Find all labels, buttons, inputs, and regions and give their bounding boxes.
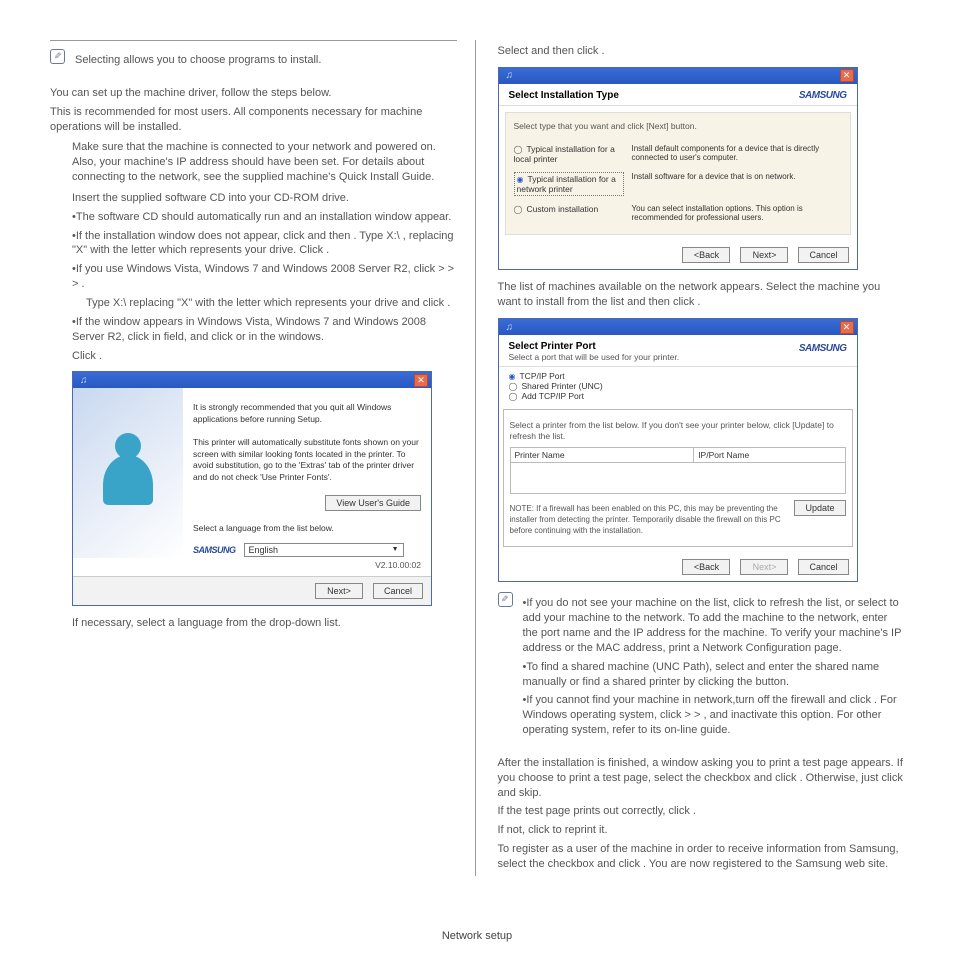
dialog-header: Select Printer Port Select a port that w…: [499, 335, 857, 367]
next-button[interactable]: Next>: [315, 583, 363, 599]
click-next: Click .: [50, 349, 457, 364]
dialog-text-1: It is strongly recommended that you quit…: [193, 402, 421, 425]
note-bullet-2: •To find a shared machine (UNC Path), se…: [523, 660, 905, 690]
after-install-1: After the installation is finished, a wi…: [498, 756, 905, 801]
close-icon[interactable]: ✕: [414, 374, 428, 387]
install-wizard-dialog: ♫ ✕ It is strongly recommended that you …: [72, 371, 432, 605]
printer-table: Printer Name IP/Port Name: [510, 447, 846, 494]
mid-paragraph: The list of machines available on the ne…: [498, 280, 905, 310]
radio-network-desc: Install software for a device that is on…: [632, 172, 842, 181]
dialog-subtitle: Select type that you want and click [Nex…: [506, 117, 850, 136]
step-2-text: Insert the supplied software CD into you…: [72, 191, 457, 206]
page-footer: Network setup: [0, 930, 954, 942]
step-1: Make sure that the machine is connected …: [50, 140, 457, 185]
radio-tcpip-port[interactable]: TCP/IP Port: [509, 371, 847, 381]
dialog-button-row: Next> Cancel: [73, 576, 431, 605]
update-button[interactable]: Update: [794, 500, 845, 516]
dialog-titlebar: ♫ ✕: [499, 319, 857, 335]
two-column-layout: Selecting allows you to choose programs …: [50, 40, 904, 876]
cancel-button[interactable]: Cancel: [373, 583, 423, 599]
group-note: Select a printer from the list below. If…: [510, 420, 846, 443]
th-printer-name: Printer Name: [511, 448, 695, 462]
divider: [50, 40, 457, 41]
back-button[interactable]: <Back: [682, 247, 730, 263]
next-button[interactable]: Next>: [740, 559, 788, 575]
bullet-4: •If the window appears in Windows Vista,…: [50, 315, 457, 345]
view-guide-button[interactable]: View User's Guide: [325, 495, 421, 511]
bullet-2: •If the installation window does not app…: [50, 229, 457, 259]
th-ip-port: IP/Port Name: [694, 448, 844, 462]
app-icon: ♫: [76, 375, 88, 386]
language-select[interactable]: English: [244, 543, 404, 557]
port-radio-group: TCP/IP Port Shared Printer (UNC) Add TCP…: [499, 367, 857, 403]
note-icon: [50, 49, 65, 64]
close-icon[interactable]: ✕: [840, 321, 854, 334]
radio-shared-unc[interactable]: Shared Printer (UNC): [509, 381, 847, 391]
after-install-4: To register as a user of the machine in …: [498, 842, 905, 872]
step-2: Insert the supplied software CD into you…: [50, 191, 457, 206]
note-text: Selecting allows you to choose programs …: [75, 53, 321, 68]
samsung-logo: SAMSUNG: [799, 343, 847, 354]
back-button[interactable]: <Back: [682, 559, 730, 575]
after-install-2: If the test page prints out correctly, c…: [498, 804, 905, 819]
install-type-panel: Select type that you want and click [Nex…: [505, 112, 851, 235]
app-icon: ♫: [502, 322, 514, 333]
dialog-titlebar: ♫ ✕: [73, 372, 431, 388]
after-install-3: If not, click to reprint it.: [498, 823, 905, 838]
table-body-empty: [511, 463, 845, 493]
dialog-body: It is strongly recommended that you quit…: [73, 388, 431, 575]
radio-custom-desc: You can select installation options. Thi…: [632, 204, 842, 222]
next-button[interactable]: Next>: [740, 247, 788, 263]
dialog-titlebar: ♫ ✕: [499, 68, 857, 84]
bullet-3: •If you use Windows Vista, Windows 7 and…: [50, 262, 457, 292]
version-label: V2.10.00:02: [193, 557, 421, 570]
firewall-note: NOTE: If a firewall has been enabled on …: [510, 504, 787, 536]
dialog-header: Select Installation Type SAMSUNG: [499, 84, 857, 106]
dialog-subtitle: Select a port that will be used for your…: [509, 352, 680, 362]
person-icon: [93, 433, 163, 513]
dialog-title: Select Printer Port: [509, 341, 596, 352]
note-bullet-3: •If you cannot find your machine in netw…: [523, 693, 905, 738]
note-icon: [498, 592, 513, 607]
radio-row-custom[interactable]: Custom installation You can select insta…: [506, 200, 850, 226]
intro-p1: You can set up the machine driver, follo…: [50, 86, 457, 101]
left-column: Selecting allows you to choose programs …: [50, 40, 476, 876]
after-dialog-text: If necessary, select a language from the…: [50, 616, 457, 631]
intro-p2: This is recommended for most users. All …: [50, 105, 457, 135]
dialog-sidebar-graphic: [73, 388, 183, 558]
printer-port-dialog: ♫ ✕ Select Printer Port Select a port th…: [498, 318, 858, 582]
samsung-logo: SAMSUNG: [799, 90, 847, 101]
radio-local-printer[interactable]: Typical installation for a local printer: [514, 144, 624, 164]
note-box: Selecting allows you to choose programs …: [50, 49, 457, 72]
printer-list-group: Select a printer from the list below. If…: [503, 409, 853, 547]
app-icon: ♫: [502, 70, 514, 81]
install-type-dialog: ♫ ✕ Select Installation Type SAMSUNG Sel…: [498, 67, 858, 270]
note-content: •If you do not see your machine on the l…: [523, 592, 905, 742]
radio-local-desc: Install default components for a device …: [632, 144, 842, 162]
radio-add-tcpip[interactable]: Add TCP/IP Port: [509, 391, 847, 401]
cancel-button[interactable]: Cancel: [798, 247, 848, 263]
radio-custom-install[interactable]: Custom installation: [514, 204, 624, 214]
radio-row-network[interactable]: Typical installation for a network print…: [506, 168, 850, 200]
dialog-text-2: This printer will automatically substitu…: [193, 437, 421, 483]
bullet-3b: Type X:\ replacing "X" with the letter w…: [50, 296, 457, 311]
radio-network-printer[interactable]: Typical installation for a network print…: [514, 172, 624, 196]
note-box: •If you do not see your machine on the l…: [498, 592, 905, 742]
lang-prompt: Select a language from the list below.: [193, 523, 421, 534]
right-top-line: Select and then click .: [498, 44, 905, 59]
note-bullet-1: •If you do not see your machine on the l…: [523, 596, 905, 655]
table-header: Printer Name IP/Port Name: [511, 448, 845, 463]
bullet-1: •The software CD should automatically ru…: [50, 210, 457, 225]
dialog-button-row: <Back Next> Cancel: [499, 553, 857, 581]
dialog-content: It is strongly recommended that you quit…: [189, 388, 431, 575]
close-icon[interactable]: ✕: [840, 69, 854, 82]
samsung-logo: SAMSUNG: [193, 545, 236, 555]
dialog-title: Select Installation Type: [509, 90, 619, 101]
cancel-button[interactable]: Cancel: [798, 559, 848, 575]
radio-row-local[interactable]: Typical installation for a local printer…: [506, 140, 850, 168]
right-column: Select and then click . ♫ ✕ Select Insta…: [494, 40, 905, 876]
step-1-text: Make sure that the machine is connected …: [72, 140, 457, 185]
dialog-button-row: <Back Next> Cancel: [499, 241, 857, 269]
